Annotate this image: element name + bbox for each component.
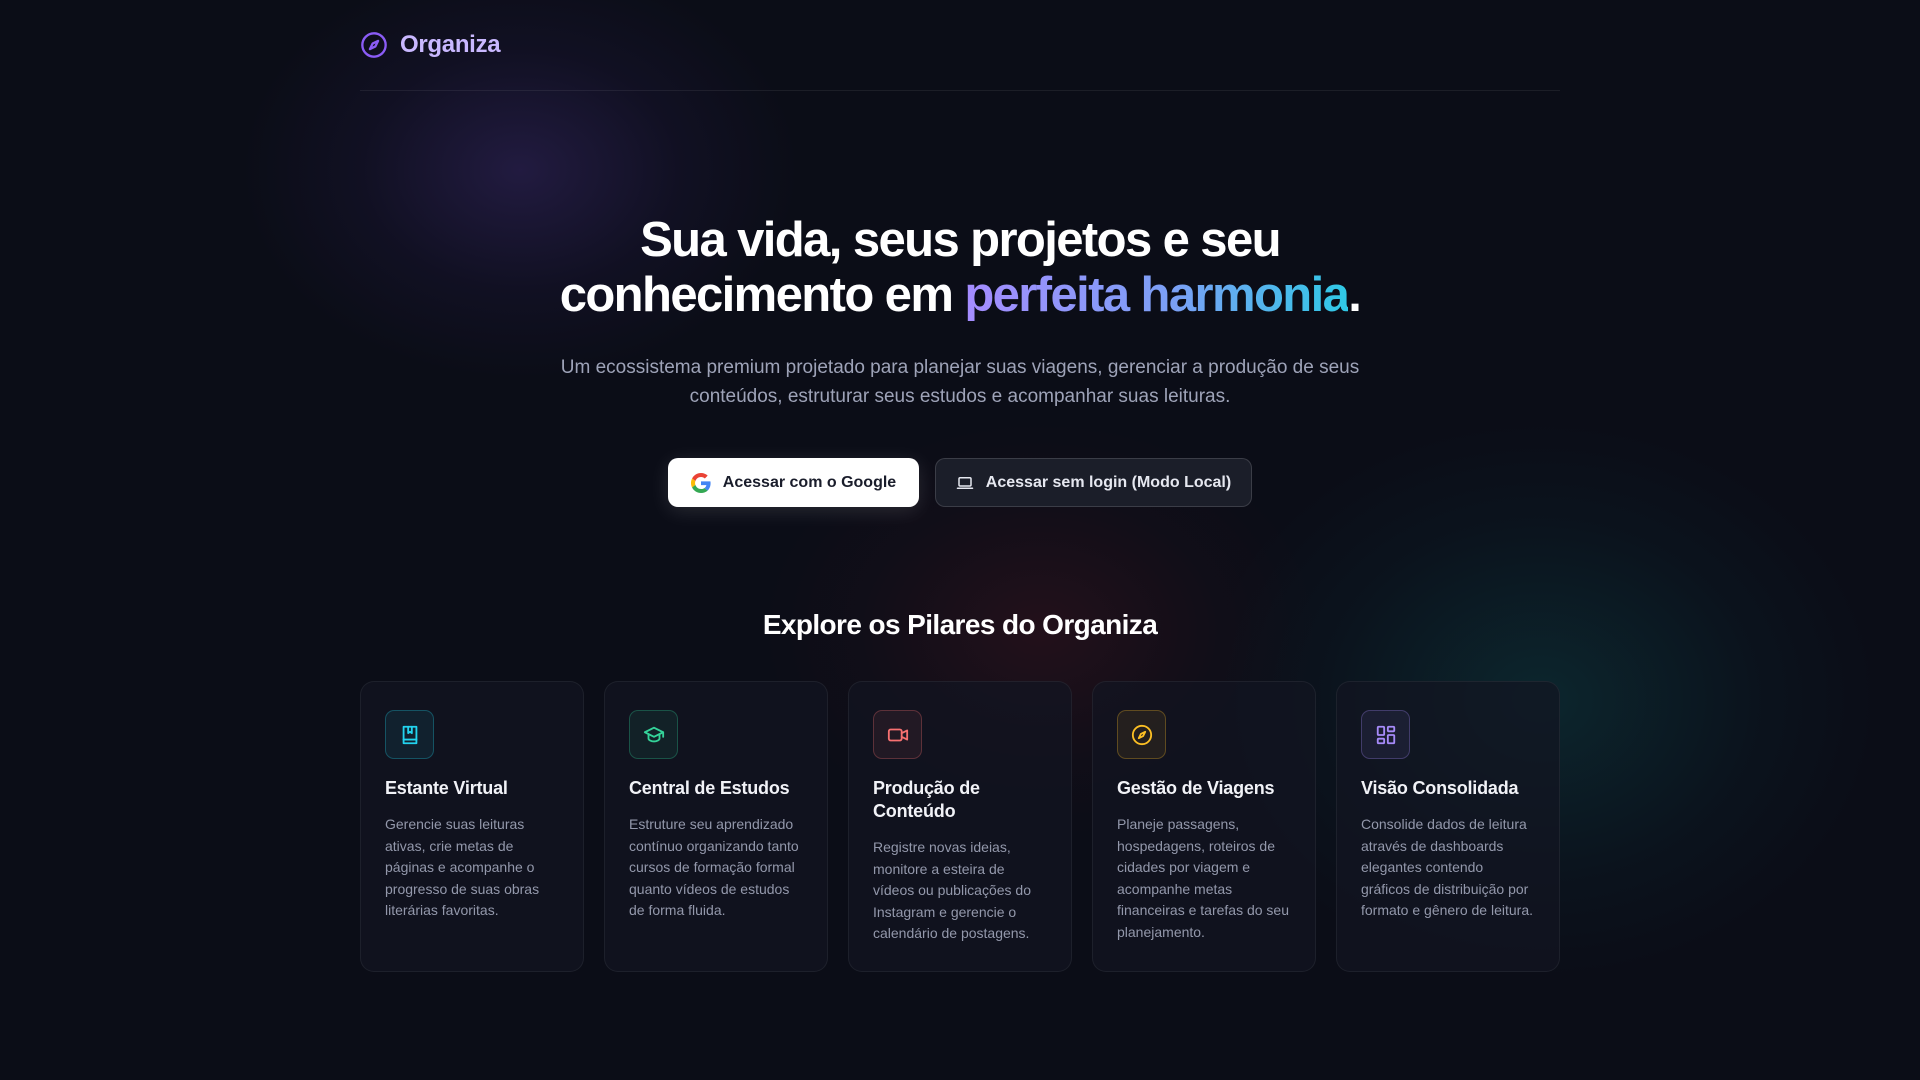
hero-title-accent: perfeita harmonia xyxy=(964,268,1350,322)
pillars-cards: Estante Virtual Gerencie suas leituras a… xyxy=(360,681,1560,972)
pillar-card-central-de-estudos[interactable]: Central de Estudos Estruture seu aprendi… xyxy=(604,681,828,972)
laptop-icon xyxy=(956,474,974,492)
pillars-title: Explore os Pilares do Organiza xyxy=(762,609,1158,640)
pillar-card-text: Planeje passagens, hospedagens, roteiros… xyxy=(1117,816,1289,940)
pillar-card-text: Gerencie suas leituras ativas, crie meta… xyxy=(385,816,540,918)
brand-name: Organiza xyxy=(400,31,501,58)
google-icon xyxy=(690,472,711,493)
pillar-card-title: Produção de Conteúdo xyxy=(873,778,980,821)
hero-subtitle: Um ecossistema premium projetado para pl… xyxy=(560,357,1360,407)
video-icon xyxy=(873,710,922,759)
pillar-card-title: Gestão de Viagens xyxy=(1117,778,1275,798)
hero-title-end: . xyxy=(1348,268,1362,322)
hero-title: Sua vida, seus projetos e seu conhecimen… xyxy=(360,213,1560,323)
google-login-button[interactable]: Acessar com o Google xyxy=(668,458,919,507)
pillar-card-text: Registre novas ideias, monitore a esteir… xyxy=(873,839,1031,941)
top-header: Organiza xyxy=(360,0,1560,91)
pillar-card-title: Visão Consolidada xyxy=(1361,778,1519,798)
local-mode-button[interactable]: Acessar sem login (Modo Local) xyxy=(935,458,1252,507)
pillar-card-producao-de-conteudo[interactable]: Produção de Conteúdo Registre novas idei… xyxy=(848,681,1072,972)
compass-icon xyxy=(1117,710,1166,759)
dashboard-icon xyxy=(1361,710,1410,759)
graduation-cap-icon xyxy=(629,710,678,759)
page-container: Organiza Sua vida, seus projetos e seu c… xyxy=(360,0,1560,972)
pillar-card-gestao-de-viagens[interactable]: Gestão de Viagens Planeje passagens, hos… xyxy=(1092,681,1316,972)
brand-logo[interactable]: Organiza xyxy=(360,31,501,59)
pillar-card-title: Estante Virtual xyxy=(385,778,508,798)
pillar-card-text: Consolide dados de leitura através de da… xyxy=(1361,816,1533,918)
pillars-section: Explore os Pilares do Organiza Estante V… xyxy=(360,609,1560,972)
pillar-card-text: Estruture seu aprendizado contínuo organ… xyxy=(629,816,799,918)
hero-section: Sua vida, seus projetos e seu conhecimen… xyxy=(360,213,1560,507)
book-icon xyxy=(385,710,434,759)
pillar-card-visao-consolidada[interactable]: Visão Consolidada Consolide dados de lei… xyxy=(1336,681,1560,972)
compass-icon xyxy=(360,31,388,59)
hero-title-line2: conhecimento em xyxy=(559,268,965,322)
pillar-card-title: Central de Estudos xyxy=(629,778,790,798)
login-actions: Acessar com o Google Acessar sem login (… xyxy=(360,458,1560,507)
google-login-label: Acessar com o Google xyxy=(722,473,897,491)
pillar-card-estante-virtual[interactable]: Estante Virtual Gerencie suas leituras a… xyxy=(360,681,584,972)
local-mode-label: Acessar sem login (Modo Local) xyxy=(985,473,1232,491)
hero-title-line1: Sua vida, seus projetos e seu xyxy=(640,213,1281,267)
